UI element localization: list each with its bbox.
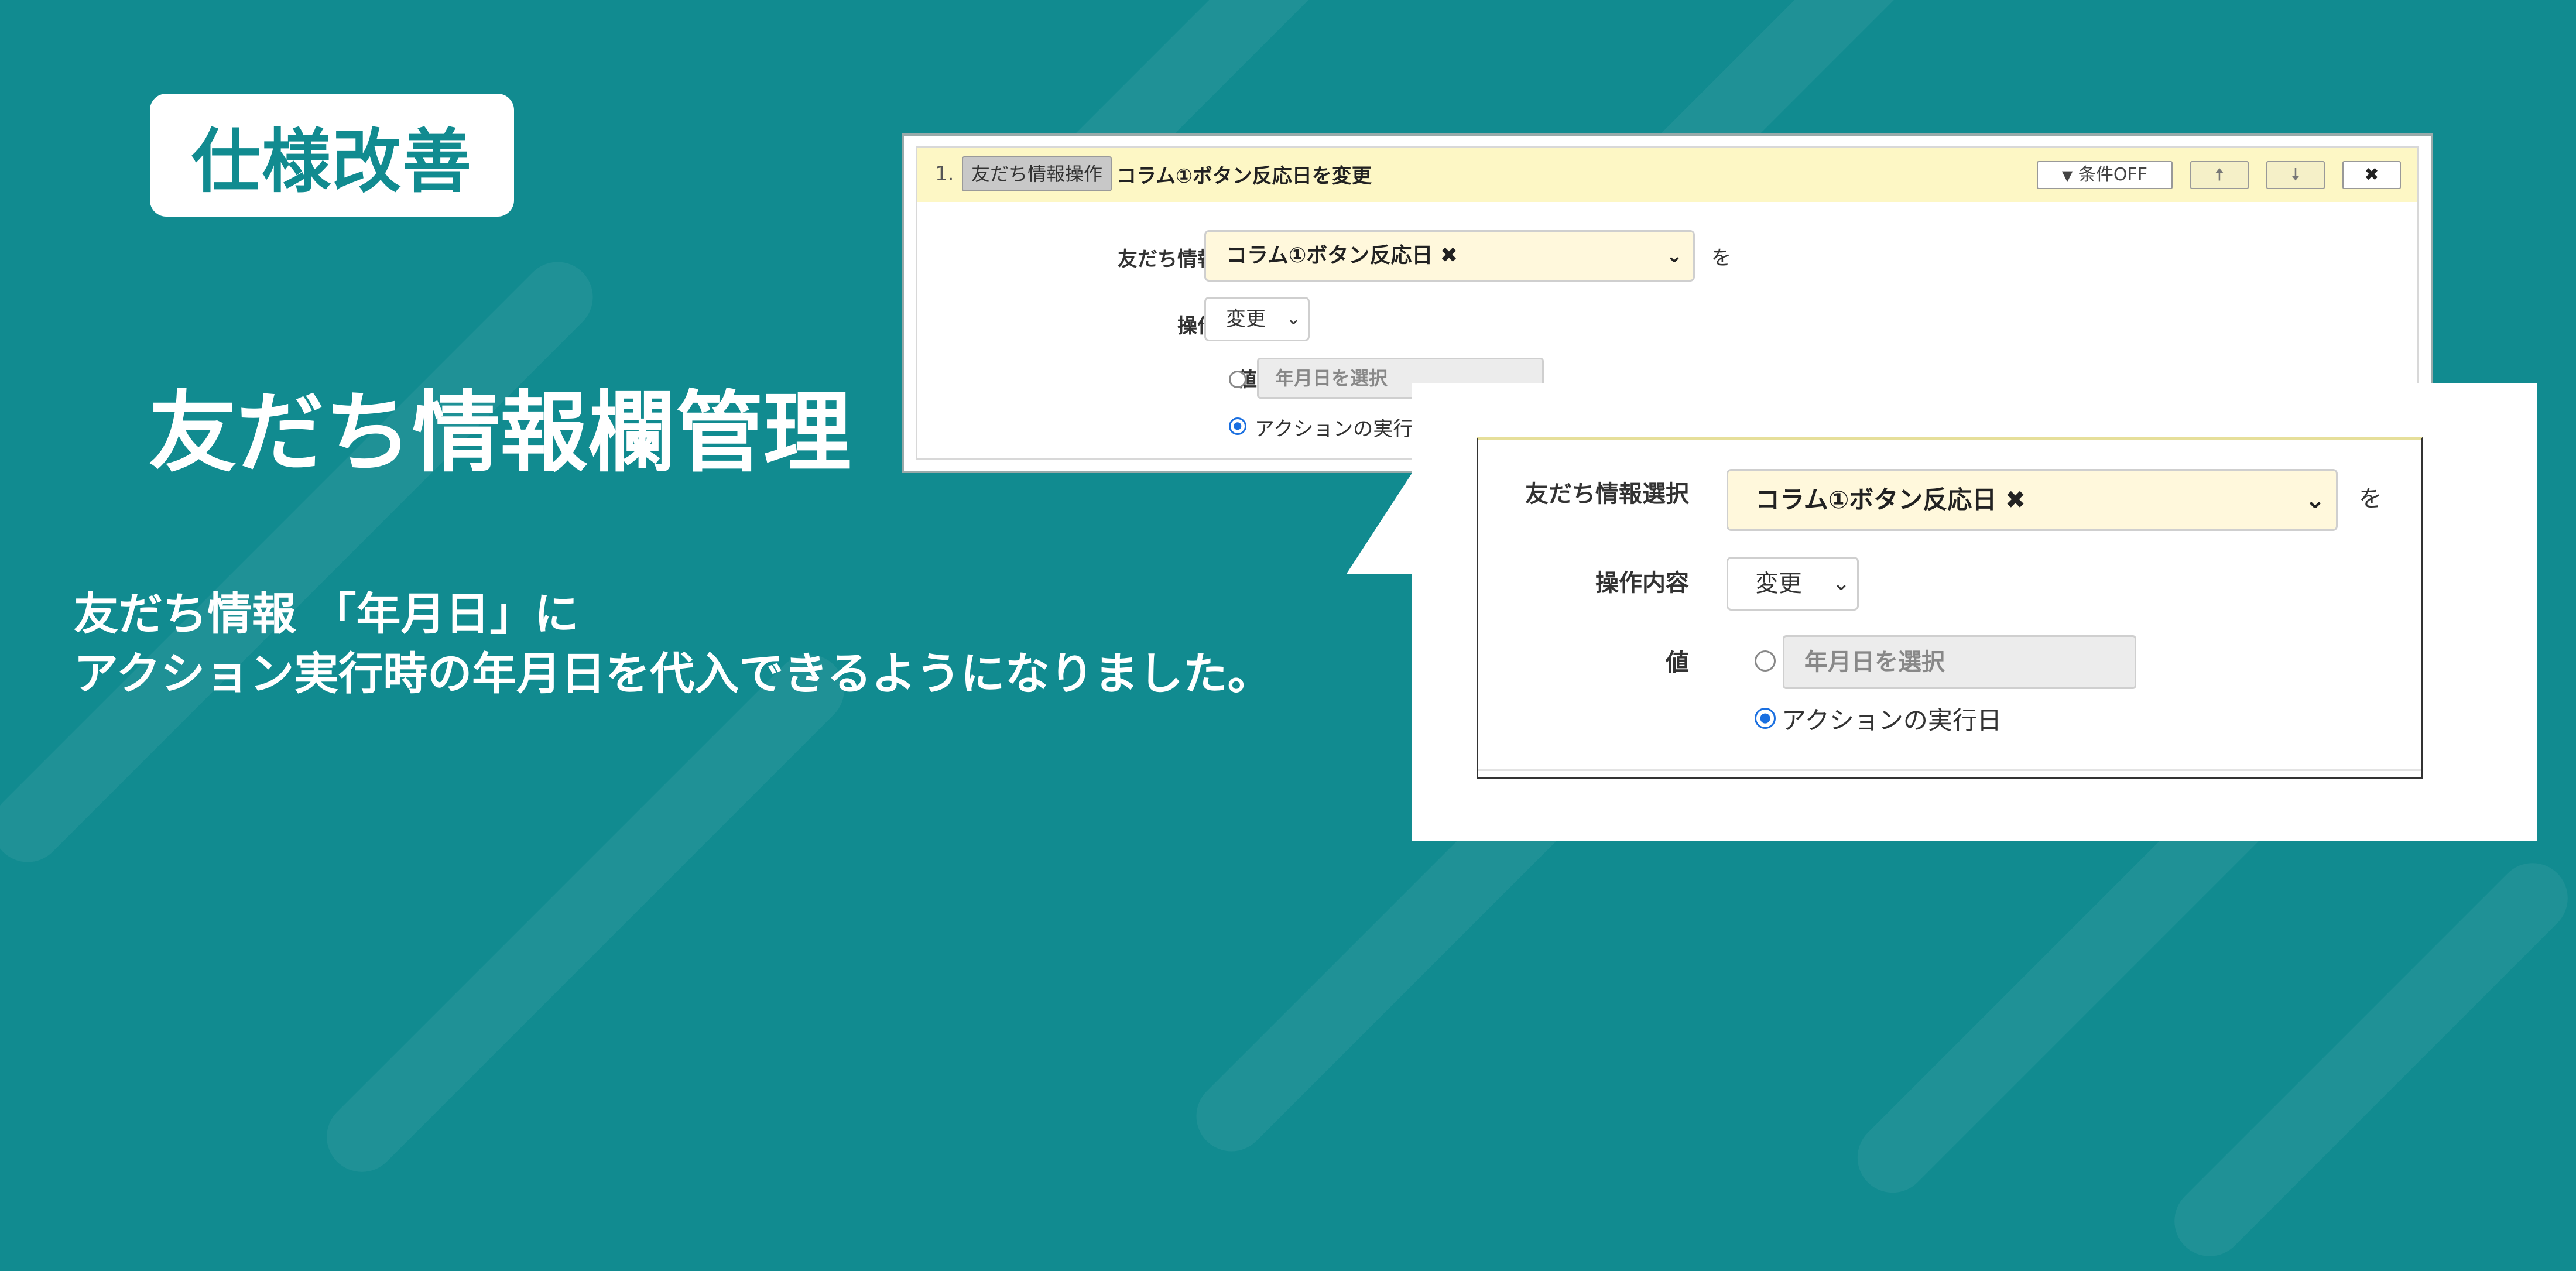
zoom-action-date-radio[interactable] — [1755, 708, 1776, 729]
action-date-radio[interactable] — [1229, 417, 1246, 435]
chevron-down-icon: ⌄ — [2304, 485, 2325, 514]
chevron-down-icon: ⌄ — [1666, 244, 1683, 268]
close-button[interactable]: ✖ — [2342, 161, 2401, 189]
zoom-date-radio[interactable] — [1755, 650, 1776, 672]
value-label: 値 — [1237, 368, 1257, 392]
arrow-down-icon: 🠇 — [2290, 165, 2301, 185]
action-date-option: アクションの実行日 — [1255, 417, 1433, 441]
action-index: 1. — [935, 162, 954, 186]
action-type-tag: 友だち情報操作 — [962, 156, 1112, 191]
move-up-button[interactable]: 🠅 — [2190, 161, 2249, 189]
friend-info-select[interactable]: コラム①ボタン反応日 ✖ ⌄ — [1204, 230, 1695, 282]
zoomed-form: 友だち情報選択 コラム①ボタン反応日 ✖ ⌄ を 操作内容 変更 ⌄ 値 年月日… — [1477, 437, 2423, 779]
operation-value: 変更 — [1226, 307, 1266, 331]
date-radio[interactable] — [1229, 371, 1246, 388]
condition-off-button[interactable]: ▼ 条件OFF — [2037, 161, 2173, 189]
zoom-friend-info-label: 友だち情報選択 — [1525, 481, 1689, 508]
callout-pointer — [1347, 457, 1423, 574]
chevron-down-icon: ⌄ — [1286, 309, 1301, 329]
condition-off-label: 条件OFF — [2078, 165, 2148, 185]
zoom-operation-select[interactable]: 変更 ⌄ — [1727, 557, 1859, 611]
description-line-2: アクション実行時の年月日を代入できるようになりました。 — [74, 648, 1272, 700]
action-title: コラム①ボタン反応日を変更 — [1116, 165, 1372, 188]
zoom-particle-wo: を — [2359, 485, 2382, 512]
zoom-action-date-option: アクションの実行日 — [1782, 706, 2002, 735]
page-title: 友だち情報欄管理 — [149, 382, 852, 484]
arrow-up-icon: 🠅 — [2214, 165, 2225, 185]
move-down-button[interactable]: 🠇 — [2266, 161, 2325, 189]
filter-icon: ▼ — [2061, 167, 2073, 184]
zoom-friend-info-value: コラム①ボタン反応日 ✖ — [1755, 485, 2026, 514]
friend-info-value: コラム①ボタン反応日 ✖ — [1226, 244, 1458, 268]
zoom-value-label: 値 — [1666, 649, 1689, 676]
zoom-operation-label: 操作内容 — [1595, 570, 1689, 597]
divider — [1478, 769, 2421, 771]
spec-improvement-badge: 仕様改善 — [150, 94, 514, 217]
description: 友だち情報 「年月日」に アクション実行時の年月日を代入できるようになりました。 — [74, 584, 1272, 704]
close-icon: ✖ — [2364, 165, 2379, 185]
description-line-1: 友だち情報 「年月日」に — [74, 588, 579, 640]
zoom-callout: 友だち情報選択 コラム①ボタン反応日 ✖ ⌄ を 操作内容 変更 ⌄ 値 年月日… — [1412, 383, 2537, 841]
chevron-down-icon: ⌄ — [1832, 571, 1850, 595]
operation-select[interactable]: 変更 ⌄ — [1204, 297, 1310, 341]
zoom-operation-value: 変更 — [1755, 570, 1802, 597]
action-header: 1. 友だち情報操作 コラム①ボタン反応日を変更 ▼ 条件OFF 🠅 🠇 ✖ — [917, 148, 2417, 202]
zoom-friend-info-select[interactable]: コラム①ボタン反応日 ✖ ⌄ — [1727, 469, 2338, 531]
particle-wo: を — [1711, 246, 1731, 270]
zoom-date-input[interactable]: 年月日を選択 — [1783, 635, 2136, 689]
